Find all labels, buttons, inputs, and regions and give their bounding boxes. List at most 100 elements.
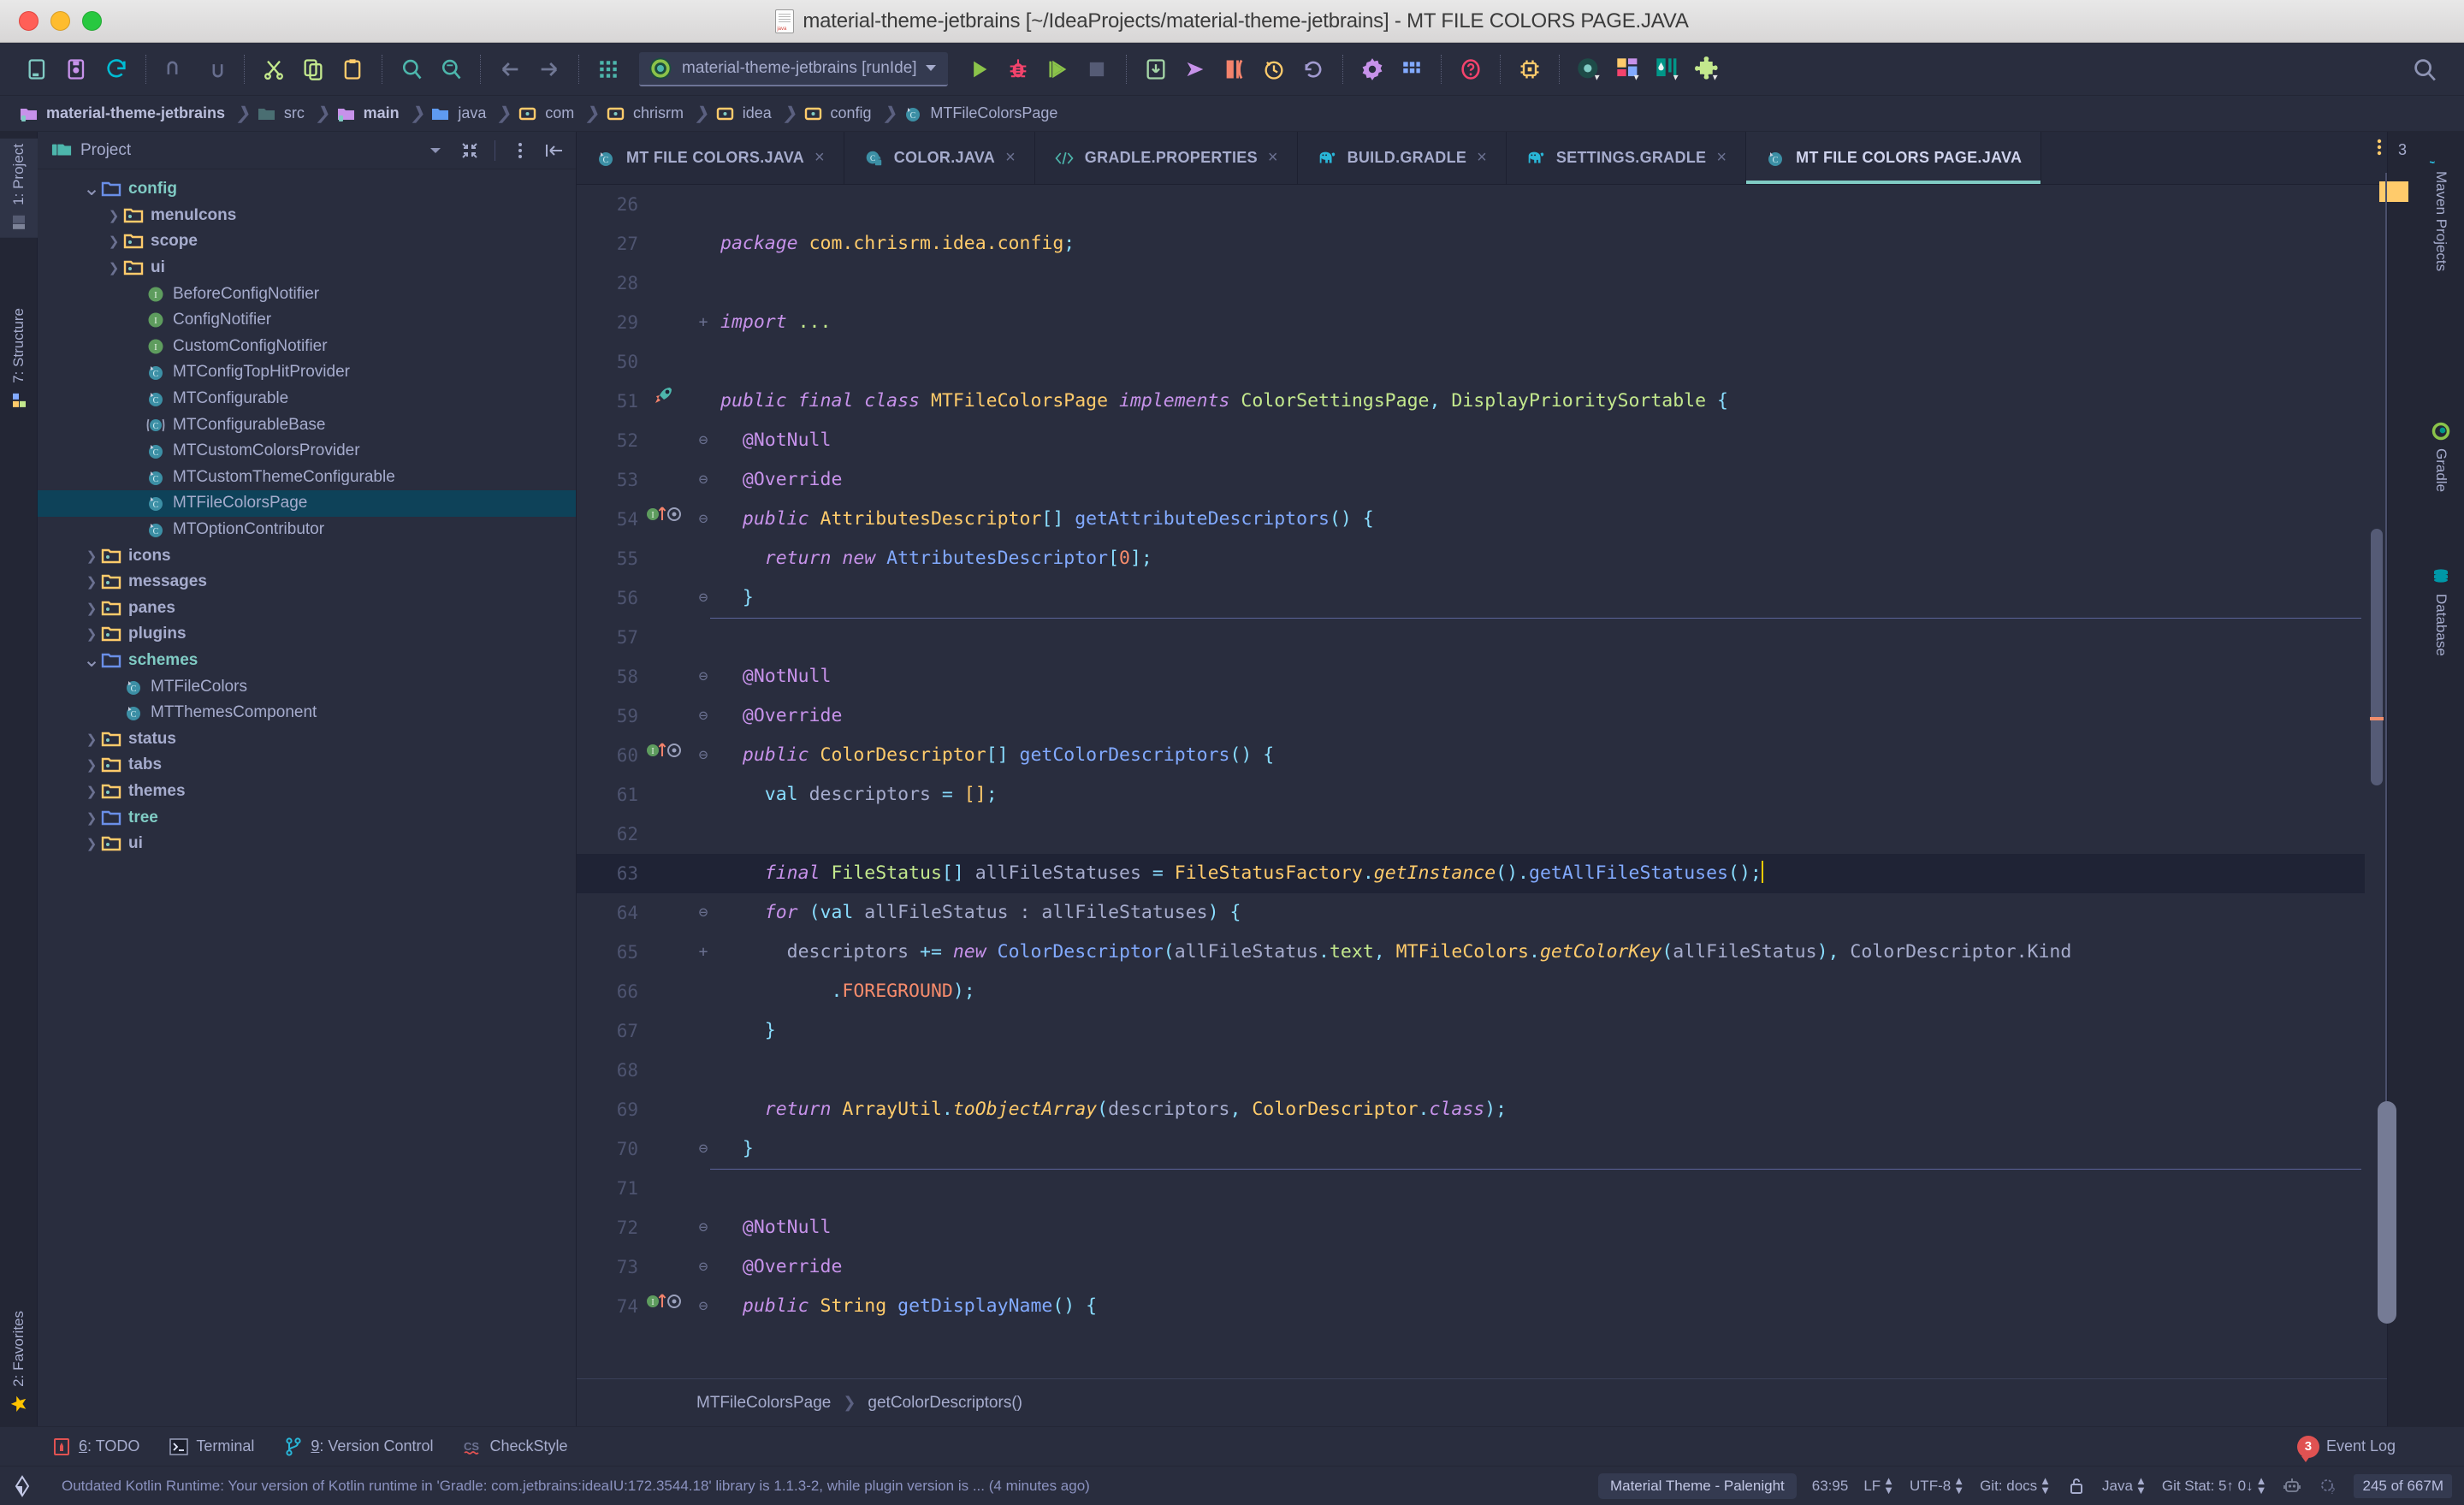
theme-status-chip[interactable]: Material Theme - Palenight xyxy=(1597,1472,1797,1499)
sidebar-item-database[interactable]: Database xyxy=(2421,560,2461,663)
app-grid-icon[interactable] xyxy=(591,52,625,86)
stop-icon[interactable] xyxy=(1080,52,1114,86)
collapse-fold-icon[interactable]: ⊖ xyxy=(696,1129,710,1169)
tool-window-terminal[interactable]: Terminal xyxy=(169,1437,254,1457)
editor-scroll-thumb[interactable] xyxy=(2371,529,2383,785)
impl-icon[interactable]: I xyxy=(643,736,684,775)
breadcrumb-item-class[interactable]: C MTFileColorsPage xyxy=(899,98,1068,129)
sync-icon[interactable] xyxy=(99,52,133,86)
code-line[interactable]: 54 I ⊖ public AttributesDescriptor[] getAt… xyxy=(577,500,2387,539)
chip-icon[interactable] xyxy=(1513,52,1547,86)
code-line[interactable]: 60 I ⊖ public ColorDescriptor[] getColorDe… xyxy=(577,736,2387,775)
code-line[interactable]: 58 ⊖ @NotNull xyxy=(577,657,2387,696)
tree-node[interactable]: ⌄ config xyxy=(38,176,576,203)
code-line[interactable]: 66 .FOREGROUND); xyxy=(577,972,2387,1011)
breadcrumb-item-com[interactable]: com xyxy=(514,98,584,129)
save-all-icon[interactable] xyxy=(60,52,94,86)
editor-tab[interactable]: GRADLE.PROPERTIES × xyxy=(1034,132,1298,184)
robot-icon[interactable] xyxy=(2282,1476,2302,1496)
git-stat-widget[interactable]: Git Stat: 5↑ 0↓ ▲ ▼ xyxy=(2162,1475,2267,1495)
editor-breadcrumb-method[interactable]: getColorDescriptors() xyxy=(868,1394,1022,1413)
editor-tabbar[interactable]: C MT FILE COLORS.JAVA × C COLOR.JAVA × GRADLE.… xyxy=(577,132,2387,185)
tree-node[interactable]: C MTConfigTopHitProvider xyxy=(38,359,576,386)
editor-tab[interactable]: C COLOR.JAVA × xyxy=(844,132,1035,184)
rocket-icon[interactable] xyxy=(643,382,684,421)
encoding-selector[interactable]: UTF-8 ▲ ▼ xyxy=(1910,1475,1964,1495)
code-line[interactable]: 67 } xyxy=(577,1011,2387,1051)
collapse-fold-icon[interactable]: ⊖ xyxy=(696,736,710,775)
code-line[interactable]: 71 xyxy=(577,1169,2387,1208)
code-line[interactable]: 69 return ArrayUtil.toObjectArray(descri… xyxy=(577,1090,2387,1129)
code-line[interactable]: 74 I ⊖ public String getDisplayName() { xyxy=(577,1287,2387,1326)
tree-node[interactable]: C MTFileColors xyxy=(38,673,576,700)
collapse-all-icon[interactable] xyxy=(457,138,483,163)
code-line[interactable]: 52 ⊖ @NotNull xyxy=(577,421,2387,460)
tree-node[interactable]: ⌄ schemes xyxy=(38,648,576,674)
ink-icon[interactable] xyxy=(1650,52,1685,86)
code-line[interactable]: 61 val descriptors = []; xyxy=(577,775,2387,815)
tree-node[interactable]: ❯ ui xyxy=(38,831,576,857)
tree-node[interactable]: ❯ status xyxy=(38,726,576,752)
close-tab-icon[interactable]: × xyxy=(1005,148,1016,168)
code-line[interactable]: 63 final FileStatus[] allFileStatuses = … xyxy=(577,854,2387,893)
chevron-down-icon[interactable]: ⌄ xyxy=(82,649,101,670)
help-icon[interactable] xyxy=(1454,52,1488,86)
code-line[interactable]: 59 ⊖ @Override xyxy=(577,696,2387,736)
chevron-down-icon[interactable] xyxy=(423,138,448,163)
material-theme-icon[interactable] xyxy=(1572,52,1606,86)
tree-node[interactable]: I CustomConfigNotifier xyxy=(38,334,576,360)
code-line[interactable]: 64 ⊖ for (val allFileStatus : allFileStat… xyxy=(577,893,2387,933)
tab-overflow-more-icon[interactable] xyxy=(2376,137,2383,163)
search-everywhere-icon[interactable] xyxy=(2408,52,2442,86)
git-branch-selector[interactable]: Git: docs ▲ ▼ xyxy=(1980,1475,2051,1495)
undo-icon[interactable] xyxy=(158,52,192,86)
minimize-window-button[interactable] xyxy=(50,11,70,31)
tree-node[interactable]: I ConfigNotifier xyxy=(38,307,576,334)
lock-icon[interactable] xyxy=(2066,1476,2087,1496)
editor-tab[interactable]: C MT FILE COLORS.JAVA × xyxy=(577,132,844,184)
replace-icon[interactable] xyxy=(434,52,468,86)
debug-icon[interactable] xyxy=(1001,52,1035,86)
tree-node[interactable]: ❯ scope xyxy=(38,228,576,255)
chevron-right-icon[interactable]: ❯ xyxy=(82,626,101,642)
project-tree[interactable]: ⌄ config ❯ menuIcons ❯ scope ❯ ui I BeforeConfigN… xyxy=(38,169,576,1426)
status-message[interactable]: Outdated Kotlin Runtime: Your version of… xyxy=(62,1478,1090,1495)
close-tab-icon[interactable]: × xyxy=(1477,148,1487,168)
sidebar-item-structure[interactable]: 7: Structure xyxy=(0,303,38,416)
collapse-fold-icon[interactable]: ⊖ xyxy=(696,657,710,696)
code-line[interactable]: 51 public final class MTFileColorsPage im… xyxy=(577,382,2387,421)
back-icon[interactable] xyxy=(493,52,527,86)
breadcrumb-item-module[interactable]: material-theme-jetbrains xyxy=(15,98,235,129)
rollback-icon[interactable] xyxy=(1296,52,1330,86)
collapse-fold-icon[interactable]: ⊖ xyxy=(696,893,710,933)
plugin-icon[interactable] xyxy=(1690,52,1724,86)
tree-node[interactable]: ❯ plugins xyxy=(38,621,576,648)
tree-node[interactable]: ❯ icons xyxy=(38,542,576,569)
tool-window-checkstyle[interactable]: CS CheckStyle xyxy=(463,1437,568,1457)
impl-icon[interactable]: I xyxy=(643,500,684,539)
cut-icon[interactable] xyxy=(257,52,291,86)
tree-node[interactable]: ❯ ui xyxy=(38,255,576,281)
tree-node[interactable]: ❯ themes xyxy=(38,779,576,805)
redo-icon[interactable] xyxy=(198,52,232,86)
breadcrumb-item-config[interactable]: config xyxy=(800,98,882,129)
editor-tab[interactable]: SETTINGS.GRADLE × xyxy=(1506,132,1747,184)
language-level-selector[interactable]: Java ▲ ▼ xyxy=(2102,1475,2147,1495)
breadcrumb-item-src[interactable]: src xyxy=(253,98,315,129)
run-icon[interactable] xyxy=(962,52,996,86)
code-line[interactable]: 73 ⊖ @Override xyxy=(577,1247,2387,1287)
tree-node[interactable]: C MTOptionContributor xyxy=(38,517,576,543)
collapse-fold-icon[interactable]: ⊖ xyxy=(696,421,710,460)
tree-node[interactable]: ❯ messages xyxy=(38,569,576,595)
tree-node[interactable]: I BeforeConfigNotifier xyxy=(38,281,576,307)
tree-node[interactable]: C MTCustomColorsProvider xyxy=(38,438,576,465)
chevron-right-icon[interactable]: ❯ xyxy=(104,234,123,249)
tree-node[interactable]: C MTConfigurable xyxy=(38,386,576,412)
code-line[interactable]: 57 xyxy=(577,618,2387,657)
find-icon[interactable] xyxy=(394,52,429,86)
code-line[interactable]: 53 ⊖ @Override xyxy=(577,460,2387,500)
sidebar-item-project[interactable]: 1: Project xyxy=(0,139,38,238)
editor-vertical-scroll-thumb[interactable] xyxy=(2378,1101,2396,1324)
hide-panel-icon[interactable] xyxy=(542,138,567,163)
color-scheme-icon[interactable] xyxy=(1611,52,1645,86)
